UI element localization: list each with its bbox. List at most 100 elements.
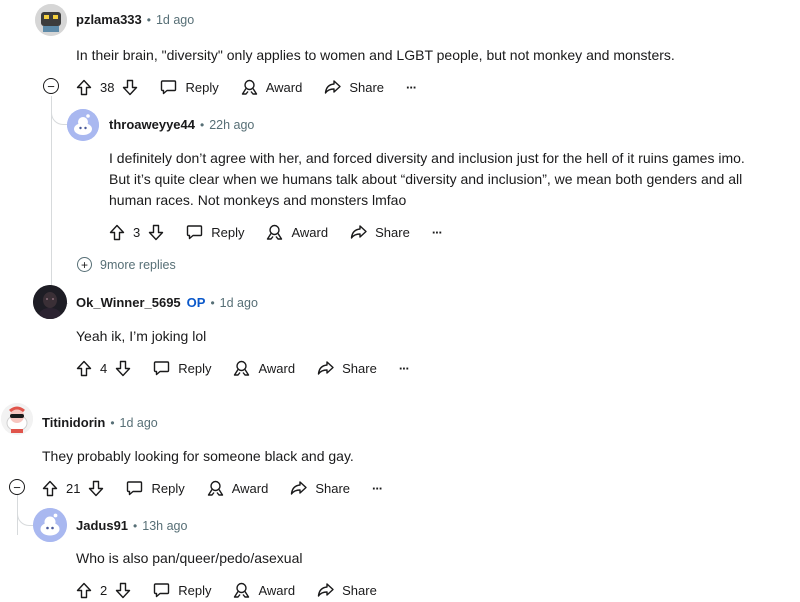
downvote-icon[interactable] (115, 360, 131, 377)
avatar[interactable] (67, 109, 99, 141)
upvote-icon[interactable] (76, 360, 92, 377)
vote-count: 21 (66, 480, 81, 496)
more-options-button[interactable]: ··· (406, 79, 417, 95)
expand-symbol: + (80, 257, 88, 272)
award-label: Award (258, 360, 296, 376)
collapse-symbol: − (13, 479, 21, 495)
comment-actions: 38 Reply Award Share ··· (76, 75, 438, 99)
comment-meta: Jadus91 • 13h ago (76, 518, 187, 533)
comment-text-line: Yeah ik, I’m joking lol (76, 328, 207, 344)
separator: • (133, 518, 138, 533)
upvote-icon[interactable] (42, 480, 58, 497)
comment-body: In their brain, "diversity" only applies… (76, 45, 675, 66)
more-icon: ··· (398, 360, 410, 376)
timestamp[interactable]: 22h ago (209, 118, 254, 132)
vote-group: 2 (76, 582, 131, 599)
award-button[interactable]: Award (241, 79, 302, 96)
share-button[interactable]: Share (350, 224, 410, 240)
reply-button[interactable]: Reply (160, 79, 219, 95)
downvote-icon[interactable] (122, 79, 138, 96)
upvote-icon[interactable] (109, 224, 125, 241)
more-icon: ··· (406, 79, 417, 95)
avatar[interactable] (1, 403, 33, 435)
more-options-button[interactable]: ··· (372, 481, 383, 496)
vote-group: 4 (76, 360, 131, 377)
award-icon (207, 480, 223, 496)
comment-body: I definitely don’t agree with her, and f… (109, 148, 745, 211)
reply-button[interactable]: Reply (186, 224, 244, 240)
award-icon (234, 582, 250, 598)
award-button[interactable]: Award (233, 360, 295, 377)
more-options-button[interactable]: ··· (431, 224, 443, 240)
avatar[interactable] (35, 4, 67, 36)
award-label: Award (291, 224, 329, 240)
share-button[interactable]: Share (324, 79, 384, 95)
downvote-icon[interactable] (88, 480, 104, 497)
reply-label: Reply (178, 360, 212, 376)
author-name[interactable]: Jadus91 (76, 518, 128, 533)
downvote-icon[interactable] (148, 224, 164, 241)
timestamp[interactable]: 13h ago (142, 519, 187, 533)
comment-actions: 21 Reply Award Share ··· (42, 476, 404, 500)
author-name[interactable]: Titinidorin (42, 415, 105, 430)
collapse-icon[interactable]: − (9, 479, 25, 495)
comment-actions: 4 Reply Award Share ··· (76, 356, 431, 380)
reply-icon (127, 481, 143, 496)
comment-text-line: But it’s quite clear when we humans talk… (109, 171, 743, 187)
more-replies-label: 9more replies (100, 257, 176, 272)
avatar[interactable] (33, 508, 67, 542)
reply-icon (161, 80, 177, 95)
share-button[interactable]: Share (290, 480, 350, 496)
vote-count: 4 (100, 360, 108, 376)
timestamp[interactable]: 1d ago (220, 296, 258, 310)
award-icon (234, 360, 250, 376)
op-badge: OP (186, 295, 206, 310)
share-button[interactable]: Share (317, 360, 377, 376)
share-icon (325, 80, 342, 94)
thread-line (51, 96, 52, 300)
vote-count: 38 (100, 79, 115, 95)
downvote-icon[interactable] (115, 582, 131, 599)
expand-icon: + (77, 257, 92, 272)
thread-curve (51, 96, 68, 125)
share-icon (317, 361, 334, 375)
award-label: Award (231, 480, 269, 496)
comment-meta: Ok_Winner_5695 OP • 1d ago (76, 295, 258, 310)
reply-label: Reply (211, 224, 245, 240)
award-icon (241, 79, 257, 95)
award-label: Award (258, 582, 296, 598)
comment-body: Yeah ik, I’m joking lol (76, 326, 206, 347)
avatar[interactable] (33, 285, 67, 319)
reply-button[interactable]: Reply (153, 360, 211, 376)
collapse-icon[interactable]: − (43, 78, 59, 94)
award-button[interactable]: Award (207, 480, 269, 497)
reply-button[interactable]: Reply (153, 582, 211, 598)
upvote-icon[interactable] (76, 79, 92, 96)
timestamp[interactable]: 1d ago (156, 13, 194, 27)
comment-meta: pzlama333 • 1d ago (76, 12, 194, 27)
author-name[interactable]: throaweyye44 (109, 117, 195, 132)
award-button[interactable]: Award (266, 224, 328, 241)
comment-meta: Titinidorin • 1d ago (42, 415, 158, 430)
vote-count: 2 (100, 582, 108, 598)
vote-group: 21 (42, 480, 104, 497)
more-replies-link[interactable]: + 9more replies (77, 257, 176, 272)
timestamp[interactable]: 1d ago (120, 416, 158, 430)
comment-text-line: In their brain, "diversity" only applies… (76, 47, 675, 63)
reply-label: Reply (178, 582, 212, 598)
share-button[interactable]: Share (317, 582, 377, 598)
reply-icon (187, 225, 203, 240)
vote-count: 3 (133, 224, 141, 240)
reply-button[interactable]: Reply (126, 480, 185, 496)
share-label: Share (315, 480, 351, 496)
comment-text-line: Who is also pan/queer/pedo/asexual (76, 550, 303, 566)
comment-body: Who is also pan/queer/pedo/asexual (76, 548, 302, 569)
upvote-icon[interactable] (76, 582, 92, 599)
award-button[interactable]: Award (233, 582, 295, 599)
more-options-button[interactable]: ··· (398, 360, 410, 376)
author-name[interactable]: pzlama333 (76, 12, 142, 27)
more-icon: ··· (431, 224, 443, 240)
author-name[interactable]: Ok_Winner_5695 (76, 295, 181, 310)
share-label: Share (342, 582, 377, 598)
comment-meta: throaweyye44 • 22h ago (109, 117, 254, 132)
